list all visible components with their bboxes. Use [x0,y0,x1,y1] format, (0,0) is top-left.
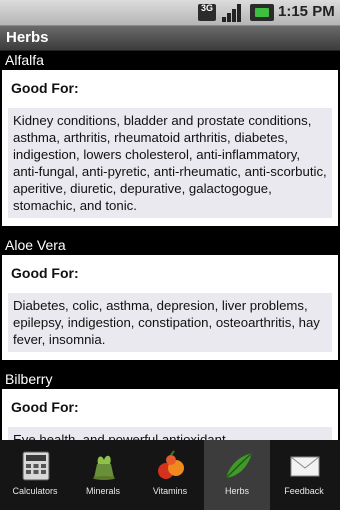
feedback-icon [290,456,320,477]
good-for-label: Good For: [11,265,79,281]
herb-item-alfalfa: Alfalfa Good For: Kidney conditions, bla… [0,51,340,226]
calculator-icon [22,451,50,481]
tab-feedback[interactable]: Feedback [271,440,337,510]
tab-label: Herbs [224,486,249,496]
bottom-tab-bar: Calculators Minerals Vitamins Herbs Feed… [0,440,340,510]
herb-card: Good For: Diabetes, colic, asthma, depre… [2,255,338,360]
herb-item-bilberry: Bilberry Good For: Eye health, and power… [0,370,340,440]
good-for-label: Good For: [11,399,79,415]
tab-minerals[interactable]: Minerals [70,440,136,510]
tab-calculators[interactable]: Calculators [2,440,68,510]
signal-icon [222,3,244,22]
page-title: Herbs [6,29,49,46]
herb-card: Good For: Eye health, and powerful antio… [2,389,338,440]
herb-name: Bilberry [0,370,340,389]
tab-label: Calculators [12,486,58,496]
herb-item-aloe-vera: Aloe Vera Good For: Diabetes, colic, ast… [0,236,340,360]
title-bar: Herbs [0,26,340,51]
herb-card: Good For: Kidney conditions, bladder and… [2,70,338,226]
tab-label: Feedback [284,486,324,496]
good-for-text: Diabetes, colic, asthma, depresion, live… [8,293,332,352]
vitamins-icon [158,450,184,479]
tab-label: Minerals [85,486,120,496]
herb-list[interactable]: Alfalfa Good For: Kidney conditions, bla… [0,51,340,440]
good-for-text: Eye health, and powerful antioxidant. [8,427,332,440]
good-for-label: Good For: [11,80,79,96]
tab-herbs[interactable]: Herbs [204,440,270,510]
tab-label: Vitamins [152,486,188,496]
battery-icon [250,4,274,21]
status-bar: 3G 1:15 PM [0,0,340,26]
good-for-text: Kidney conditions, bladder and prostate … [8,108,332,218]
status-time: 1:15 PM [278,3,335,20]
tab-vitamins[interactable]: Vitamins [137,440,203,510]
herb-name: Alfalfa [0,51,340,70]
network-3g-icon: 3G [198,4,216,21]
herbs-icon [225,452,253,479]
minerals-icon [93,455,115,480]
herb-name: Aloe Vera [0,236,340,255]
